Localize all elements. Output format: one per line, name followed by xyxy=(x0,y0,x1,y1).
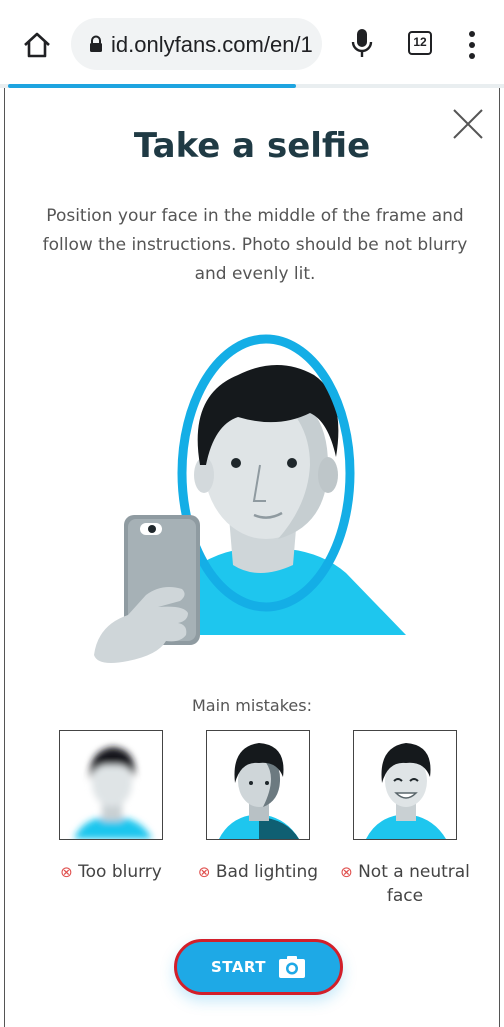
address-bar[interactable]: id.onlyfans.com/en/1 xyxy=(71,18,322,70)
circle-x-icon: ⊗ xyxy=(60,863,73,881)
mistake-thumb-blurry xyxy=(59,730,163,840)
mistake-caption-neutral: ⊗ Not a neutral face xyxy=(335,860,475,908)
circle-x-icon: ⊗ xyxy=(197,863,211,881)
mistake-thumb-neutral xyxy=(353,730,457,840)
page-title: Take a selfie xyxy=(133,126,371,166)
browser-toolbar: id.onlyfans.com/en/1 12 xyxy=(0,0,504,87)
mistake-label: Bad lighting xyxy=(215,862,319,882)
mistake-caption-lighting: ⊗ Bad lighting xyxy=(188,860,328,884)
more-vert-icon[interactable] xyxy=(464,28,480,62)
tab-count: 12 xyxy=(413,35,427,49)
mistakes-label: Main mistakes: xyxy=(192,696,312,715)
home-icon[interactable] xyxy=(22,30,52,60)
mistake-label: Too blurry xyxy=(78,862,162,882)
tab-switcher-icon[interactable]: 12 xyxy=(408,31,432,55)
instructions-text: Position your face in the middle of the … xyxy=(42,206,468,284)
mistake-label: Not a neutral face xyxy=(358,862,470,906)
start-label: START xyxy=(210,958,267,976)
lock-icon xyxy=(90,35,102,52)
mic-icon[interactable] xyxy=(350,28,374,58)
mistake-caption-blurry: ⊗ Too blurry xyxy=(41,860,181,884)
start-button[interactable]: START xyxy=(174,939,343,995)
mistake-thumb-lighting xyxy=(206,730,310,840)
selfie-illustration xyxy=(94,334,406,663)
url-text: id.onlyfans.com/en/1 xyxy=(111,32,313,57)
circle-x-icon: ⊗ xyxy=(340,863,353,881)
camera-icon xyxy=(279,956,306,978)
